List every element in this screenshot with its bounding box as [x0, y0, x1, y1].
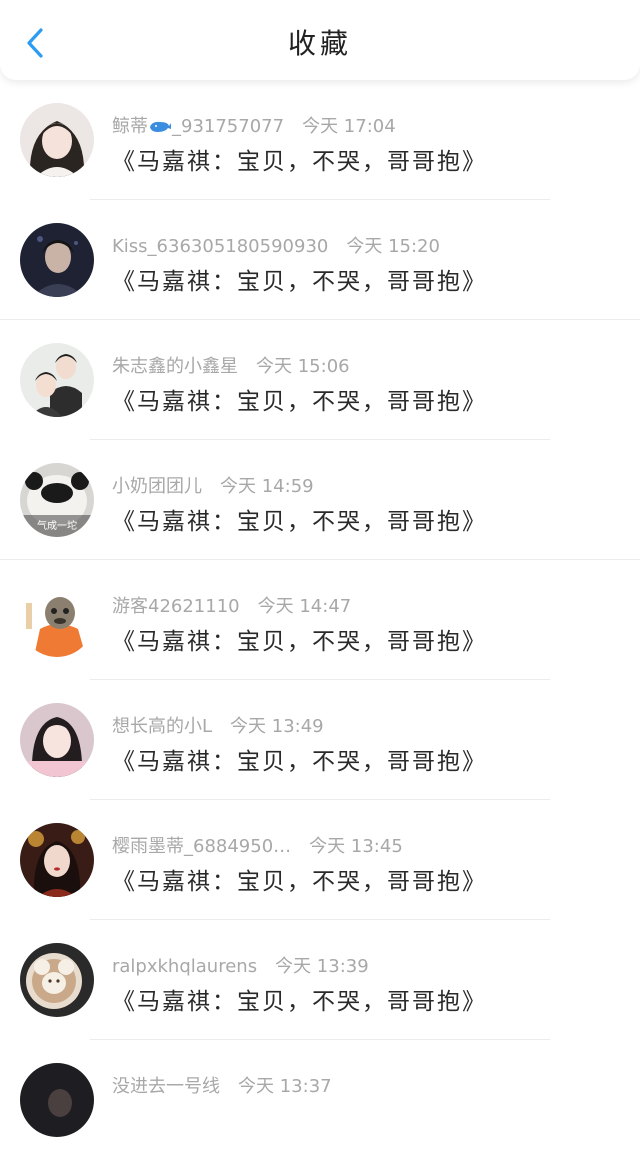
username: 游客42621110: [112, 596, 240, 617]
avatar[interactable]: [20, 703, 94, 777]
message-text: 《马嘉祺：宝贝，不哭，哥哥抱》: [112, 269, 487, 295]
timestamp: 今天 15:06: [256, 356, 350, 377]
avatar[interactable]: [20, 583, 94, 657]
avatar-caption: 气成一坨: [37, 519, 77, 532]
timestamp: 今天 13:45: [309, 836, 403, 857]
favorite-item[interactable]: 樱雨墨蒂_6884950… 今天 13:45 《马嘉祺：宝贝，不哭，哥哥抱》: [0, 800, 640, 920]
message-meta: 想长高的小L 今天 13:49: [112, 712, 324, 738]
username: 鲸蒂: [112, 116, 148, 137]
message-text: 《马嘉祺：宝贝，不哭，哥哥抱》: [112, 749, 487, 775]
username: Kiss_636305180590930: [112, 236, 329, 257]
favorites-list: 鲸蒂 _931757077 今天 17:04 《马嘉祺：宝贝，不哭，哥哥抱》 Kis…: [0, 80, 640, 1160]
favorite-item[interactable]: 鲸蒂 _931757077 今天 17:04 《马嘉祺：宝贝，不哭，哥哥抱》: [0, 80, 640, 200]
message-text: 《马嘉祺：宝贝，不哭，哥哥抱》: [112, 629, 487, 655]
message-meta: 朱志鑫的小鑫星 今天 15:06: [112, 352, 350, 378]
message-meta: 鲸蒂 _931757077 今天 17:04: [112, 112, 396, 138]
whale-icon: [150, 121, 171, 132]
message-text: 《马嘉祺：宝贝，不哭，哥哥抱》: [112, 149, 487, 175]
message-meta: 游客42621110 今天 14:47: [112, 592, 351, 618]
avatar[interactable]: [20, 103, 94, 177]
timestamp: 今天 14:59: [220, 476, 314, 497]
favorite-item[interactable]: 游客42621110 今天 14:47 《马嘉祺：宝贝，不哭，哥哥抱》: [0, 560, 640, 680]
username: 樱雨墨蒂_6884950…: [112, 836, 292, 857]
username: ralpxkhqlaurens: [112, 956, 258, 977]
username: 想长高的小L: [112, 716, 213, 737]
avatar[interactable]: [20, 943, 94, 1017]
timestamp: 今天 13:49: [230, 716, 324, 737]
message-text: 《马嘉祺：宝贝，不哭，哥哥抱》: [112, 869, 487, 895]
username-suffix: _931757077: [172, 116, 285, 137]
top-bar: 收藏: [0, 0, 640, 80]
message-meta: ralpxkhqlaurens 今天 13:39: [112, 952, 369, 978]
message-meta: 没进去一号线 今天 13:37: [112, 1072, 332, 1098]
avatar[interactable]: [20, 343, 94, 417]
favorite-item[interactable]: 气成一坨 小奶团团儿 今天 14:59 《马嘉祺：宝贝，不哭，哥哥抱》: [0, 440, 640, 560]
avatar[interactable]: [20, 223, 94, 297]
avatar[interactable]: 气成一坨: [20, 463, 94, 537]
username: 小奶团团儿: [112, 476, 202, 497]
message-meta: 樱雨墨蒂_6884950… 今天 13:45: [112, 832, 403, 858]
timestamp: 今天 15:20: [346, 236, 440, 257]
favorite-item[interactable]: ralpxkhqlaurens 今天 13:39 《马嘉祺：宝贝，不哭，哥哥抱》: [0, 920, 640, 1040]
favorite-item[interactable]: Kiss_636305180590930 今天 15:20 《马嘉祺：宝贝，不哭，…: [0, 200, 640, 320]
favorite-item[interactable]: 想长高的小L 今天 13:49 《马嘉祺：宝贝，不哭，哥哥抱》: [0, 680, 640, 800]
timestamp: 今天 13:39: [275, 956, 369, 977]
username: 朱志鑫的小鑫星: [112, 356, 238, 377]
message-meta: Kiss_636305180590930 今天 15:20: [112, 232, 440, 258]
message-text: 《马嘉祺：宝贝，不哭，哥哥抱》: [112, 509, 487, 535]
avatar[interactable]: [20, 1063, 94, 1137]
message-meta: 小奶团团儿 今天 14:59: [112, 472, 314, 498]
timestamp: 今天 17:04: [302, 116, 396, 137]
page-title: 收藏: [287, 27, 352, 60]
message-text: 《马嘉祺：宝贝，不哭，哥哥抱》: [112, 389, 487, 415]
favorite-item[interactable]: 没进去一号线 今天 13:37: [0, 1040, 640, 1160]
message-text: 《马嘉祺：宝贝，不哭，哥哥抱》: [112, 989, 487, 1015]
avatar[interactable]: [20, 823, 94, 897]
favorite-item[interactable]: 朱志鑫的小鑫星 今天 15:06 《马嘉祺：宝贝，不哭，哥哥抱》: [0, 320, 640, 440]
timestamp: 今天 14:47: [257, 596, 352, 617]
